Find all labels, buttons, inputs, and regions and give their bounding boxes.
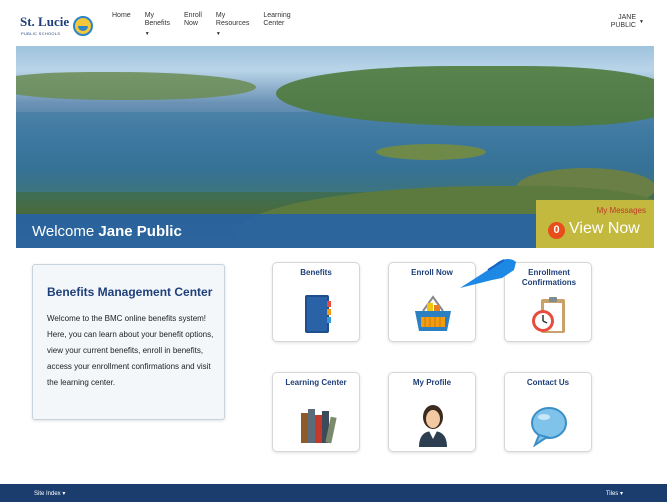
nav-my-resources-line1: My: [215, 12, 226, 19]
info-card: Benefits Management Center Welcome to th…: [32, 264, 225, 420]
speech-bubble-icon: [531, 407, 567, 447]
pointing-hand-icon: [460, 259, 516, 288]
messages-panel[interactable]: My Messages 0 View Now: [536, 200, 654, 248]
tile-label: My Profile: [412, 378, 452, 387]
hero-land: [376, 144, 486, 160]
welcome-prefix: Welcome: [32, 223, 95, 240]
caret-down-icon: ▾: [62, 491, 66, 497]
clipboard-clock-icon: [532, 297, 565, 333]
view-now-link[interactable]: View Now: [569, 220, 640, 238]
nav-enroll-line1: Enroll: [183, 12, 202, 19]
books-icon: [301, 409, 337, 444]
user-menu[interactable]: JANE PUBLIC ▼: [610, 14, 644, 30]
nav-enroll-line2: Now: [183, 20, 198, 27]
tile-learning-center[interactable]: Learning Center: [272, 372, 360, 452]
messages-count-badge: 0: [548, 222, 565, 239]
nav-home-label: Home: [112, 12, 131, 19]
nav-my-benefits[interactable]: My Benefits ▼: [144, 12, 170, 37]
messages-title: My Messages: [596, 206, 646, 215]
caret-down-icon: ▼: [215, 31, 221, 37]
tile-my-profile[interactable]: My Profile: [388, 372, 476, 452]
sun-logo-icon: [73, 16, 93, 36]
logo-name: St. Lucie: [20, 14, 70, 29]
tile-benefits[interactable]: Benefits: [272, 262, 360, 342]
tile-label: Enrollment Confirmations: [521, 268, 577, 287]
footer-bar: Site Index ▾ Tiles ▾: [0, 484, 667, 502]
page: St. Lucie PUBLIC SCHOOLS Home My Benefit…: [0, 0, 667, 502]
user-first-name: JANE: [618, 14, 636, 21]
nav-learning-line2: Center: [263, 20, 285, 27]
binder-icon: [305, 295, 331, 333]
school-logo[interactable]: St. Lucie PUBLIC SCHOOLS: [20, 12, 96, 42]
tiles-menu[interactable]: Tiles ▾: [606, 490, 623, 497]
caret-down-icon: ▼: [144, 31, 150, 37]
welcome-user-name: Jane Public: [98, 223, 182, 240]
info-body: Welcome to the BMC online benefits syste…: [47, 314, 214, 387]
main-nav: Home My Benefits ▼ Enroll Now My Resourc…: [112, 12, 305, 37]
info-title: Benefits Management Center: [47, 285, 213, 299]
top-header: St. Lucie PUBLIC SCHOOLS Home My Benefit…: [16, 8, 654, 46]
hero-banner: Welcome Jane Public My Messages 0 View N…: [16, 46, 654, 248]
user-profile-icon: [419, 405, 447, 447]
caret-down-icon: ▼: [639, 19, 644, 25]
hero-land: [16, 72, 256, 100]
nav-learning-center[interactable]: Learning Center: [263, 12, 290, 28]
tile-label: Contact Us: [526, 378, 570, 387]
caret-down-icon: ▾: [619, 491, 623, 497]
nav-my-resources[interactable]: My Resources ▼: [215, 12, 250, 37]
nav-learning-line1: Learning: [263, 12, 291, 19]
site-index-label: Site Index: [34, 491, 61, 497]
tile-label: Learning Center: [285, 378, 347, 387]
nav-home[interactable]: Home: [112, 12, 131, 28]
user-last-name: PUBLIC: [610, 22, 636, 29]
nav-enroll-now[interactable]: Enroll Now: [184, 12, 202, 28]
basket-icon: [415, 295, 451, 331]
logo-subtitle: PUBLIC SCHOOLS: [21, 31, 61, 36]
tile-label: Benefits: [300, 268, 332, 277]
site-index-menu[interactable]: Site Index ▾: [34, 490, 65, 497]
nav-my-benefits-line1: My: [144, 12, 155, 19]
nav-my-benefits-line2: Benefits: [144, 20, 170, 27]
tiles-label: Tiles: [605, 491, 619, 497]
nav-my-resources-line2: Resources: [215, 20, 250, 27]
welcome-message: Welcome Jane Public: [32, 223, 182, 240]
tile-contact-us[interactable]: Contact Us: [504, 372, 592, 452]
